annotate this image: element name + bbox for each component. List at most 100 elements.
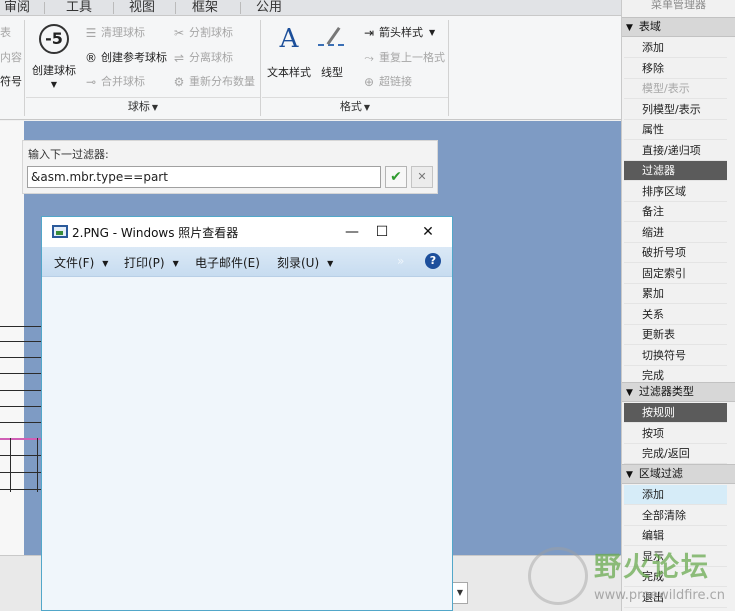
menu-item[interactable]: 排序区域 bbox=[624, 182, 727, 202]
create-balloon-button[interactable]: -5 创建球标 ▼ bbox=[28, 24, 80, 89]
menu-item[interactable]: 切换符号 bbox=[624, 346, 727, 366]
close-icon: ✕ bbox=[422, 224, 434, 240]
status-dropdown[interactable]: ▼ bbox=[452, 582, 468, 604]
menu-email[interactable]: 电子邮件(E) bbox=[195, 254, 260, 271]
split-balloon-label: 分割球标 bbox=[189, 26, 233, 39]
ribbon-partial-item[interactable]: 符号 bbox=[0, 73, 22, 91]
repeat-last-format-button[interactable]: ⤳ 重复上一格式 bbox=[362, 49, 445, 67]
menu-print-label: 打印(P) bbox=[124, 256, 165, 270]
split-balloon-icon: ✂ bbox=[173, 26, 185, 40]
menu-file-label: 文件(F) bbox=[54, 256, 95, 270]
tab-tools[interactable]: 工具 bbox=[62, 0, 96, 16]
photo-viewer-window: 2.PNG - Windows 照片查看器 — ☐ ✕ 文件(F) ▼ 打印(P)… bbox=[41, 216, 453, 611]
chevron-down-icon: ▼ bbox=[172, 259, 179, 268]
clean-balloon-icon: ☰ bbox=[85, 26, 97, 40]
hyperlink-label: 超链接 bbox=[379, 75, 412, 88]
merge-balloon-button[interactable]: ⊸ 合并球标 bbox=[84, 73, 145, 91]
chevron-down-icon: ▼ bbox=[456, 588, 464, 597]
redistribute-qty-button[interactable]: ⚙ 重新分布数量 bbox=[172, 73, 255, 91]
filter-input[interactable] bbox=[27, 166, 381, 188]
table-grid-line bbox=[0, 390, 43, 391]
menu-item[interactable]: 全部清除 bbox=[624, 506, 727, 526]
photo-viewer-icon bbox=[52, 225, 68, 238]
accept-button[interactable]: ✔ bbox=[385, 166, 407, 188]
menu-manager-title: 菜单管理器 bbox=[651, 0, 706, 11]
menu-item[interactable]: 按规则 bbox=[624, 403, 727, 423]
tab-common[interactable]: 公用 bbox=[252, 0, 286, 16]
ribbon: 审阅 工具 视图 框架 公用 表 内容 符号 -5 创建球标 ▼ ☰ 清理球标 … bbox=[0, 0, 621, 120]
table-grid-line bbox=[10, 438, 11, 492]
viewer-image-area[interactable] bbox=[42, 278, 452, 610]
watermark-logo-icon bbox=[528, 547, 588, 605]
viewer-titlebar[interactable]: 2.PNG - Windows 照片查看器 — ☐ ✕ bbox=[42, 217, 452, 247]
detach-balloon-button[interactable]: ⇌ 分离球标 bbox=[172, 49, 233, 67]
ribbon-partial-item[interactable]: 表 bbox=[0, 24, 11, 42]
menu-item[interactable]: 缩进 bbox=[624, 223, 727, 243]
menu-file[interactable]: 文件(F) ▼ bbox=[54, 254, 108, 271]
menu-item[interactable]: 添加 bbox=[624, 485, 727, 505]
arrow-style-icon: ⇥ bbox=[363, 26, 375, 40]
format-group-label[interactable]: 格式 ▼ bbox=[262, 98, 448, 116]
maximize-icon: ☐ bbox=[375, 224, 389, 240]
detach-balloon-label: 分离球标 bbox=[189, 51, 233, 64]
menu-item[interactable]: 更新表 bbox=[624, 325, 727, 345]
menu-item[interactable]: 累加 bbox=[624, 284, 727, 304]
hyperlink-button[interactable]: ⊕ 超链接 bbox=[362, 73, 412, 91]
viewer-menubar: 文件(F) ▼ 打印(P) ▼ 电子邮件(E) 刻录(U) ▼ » ? bbox=[42, 247, 452, 277]
tab-frame[interactable]: 框架 bbox=[188, 0, 222, 16]
ref-balloon-icon: ® bbox=[85, 51, 97, 65]
more-chevron-icon[interactable]: » bbox=[397, 254, 404, 268]
menu-item[interactable]: 关系 bbox=[624, 305, 727, 325]
menu-item[interactable]: 破折号项 bbox=[624, 243, 727, 263]
menu-item[interactable]: 直接/递归项 bbox=[624, 141, 727, 161]
repeat-last-format-label: 重复上一格式 bbox=[379, 51, 445, 64]
menu-item[interactable]: 过滤器 bbox=[624, 161, 727, 181]
text-style-button[interactable]: A 文本样式 bbox=[264, 24, 314, 80]
menu-email-label: 电子邮件(E) bbox=[195, 256, 260, 270]
maximize-button[interactable]: ☐ bbox=[362, 217, 402, 247]
menu-section-header[interactable]: ▼ 区域过滤 bbox=[622, 464, 735, 484]
collapse-triangle-icon: ▼ bbox=[626, 470, 633, 480]
table-grid-line bbox=[0, 373, 43, 374]
menu-print[interactable]: 打印(P) ▼ bbox=[124, 254, 179, 271]
menu-item[interactable]: 移除 bbox=[624, 59, 727, 79]
menu-burn[interactable]: 刻录(U) ▼ bbox=[277, 254, 333, 271]
group-separator bbox=[260, 20, 261, 116]
table-grid-line bbox=[0, 341, 43, 342]
clean-balloon-button[interactable]: ☰ 清理球标 bbox=[84, 24, 145, 42]
minimize-icon: — bbox=[345, 224, 359, 240]
balloon-group-label-text: 球标 bbox=[127, 100, 150, 113]
menu-section-header[interactable]: ▼ 表域 bbox=[622, 17, 735, 37]
arrow-style-button[interactable]: ⇥ 箭头样式 ▼ bbox=[362, 24, 435, 42]
create-ref-balloon-label: 创建参考球标 bbox=[101, 51, 167, 64]
menu-item[interactable]: 按项 bbox=[624, 424, 727, 444]
split-balloon-button[interactable]: ✂ 分割球标 bbox=[172, 24, 233, 42]
watermark-text: 野火论坛 bbox=[594, 552, 710, 583]
menu-item[interactable]: 完成/返回 bbox=[624, 444, 727, 464]
cancel-button[interactable]: ✕ bbox=[411, 166, 433, 188]
menu-item[interactable]: 属性 bbox=[624, 120, 727, 140]
menu-item[interactable]: 备注 bbox=[624, 202, 727, 222]
menu-item[interactable]: 固定索引 bbox=[624, 264, 727, 284]
chevron-down-icon: ▼ bbox=[50, 80, 58, 89]
menu-item[interactable]: 列模型/表示 bbox=[624, 100, 727, 120]
close-button[interactable]: ✕ bbox=[408, 217, 448, 247]
viewer-title: 2.PNG - Windows 照片查看器 bbox=[72, 226, 239, 240]
line-style-label: 线型 bbox=[321, 66, 343, 79]
menu-item[interactable]: 模型/表示 bbox=[624, 79, 727, 99]
create-ref-balloon-button[interactable]: ® 创建参考球标 bbox=[84, 49, 167, 67]
line-style-button[interactable]: 线型 bbox=[314, 24, 350, 80]
table-grid-line bbox=[0, 326, 43, 327]
tab-review[interactable]: 审阅 bbox=[0, 0, 34, 16]
menu-section-header[interactable]: ▼ 过滤器类型 bbox=[622, 382, 735, 402]
check-icon: ✔ bbox=[390, 169, 402, 185]
help-icon[interactable]: ? bbox=[425, 253, 441, 269]
table-grid-line bbox=[0, 357, 43, 358]
create-balloon-label: 创建球标 bbox=[32, 64, 76, 77]
menu-item[interactable]: 添加 bbox=[624, 38, 727, 58]
watermark-url: www.proewildfire.cn bbox=[594, 588, 725, 603]
balloon-group-label[interactable]: 球标 ▼ bbox=[26, 98, 260, 116]
ribbon-partial-item[interactable]: 内容 bbox=[0, 49, 22, 67]
line-style-icon bbox=[314, 24, 350, 54]
tab-view[interactable]: 视图 bbox=[125, 0, 159, 16]
